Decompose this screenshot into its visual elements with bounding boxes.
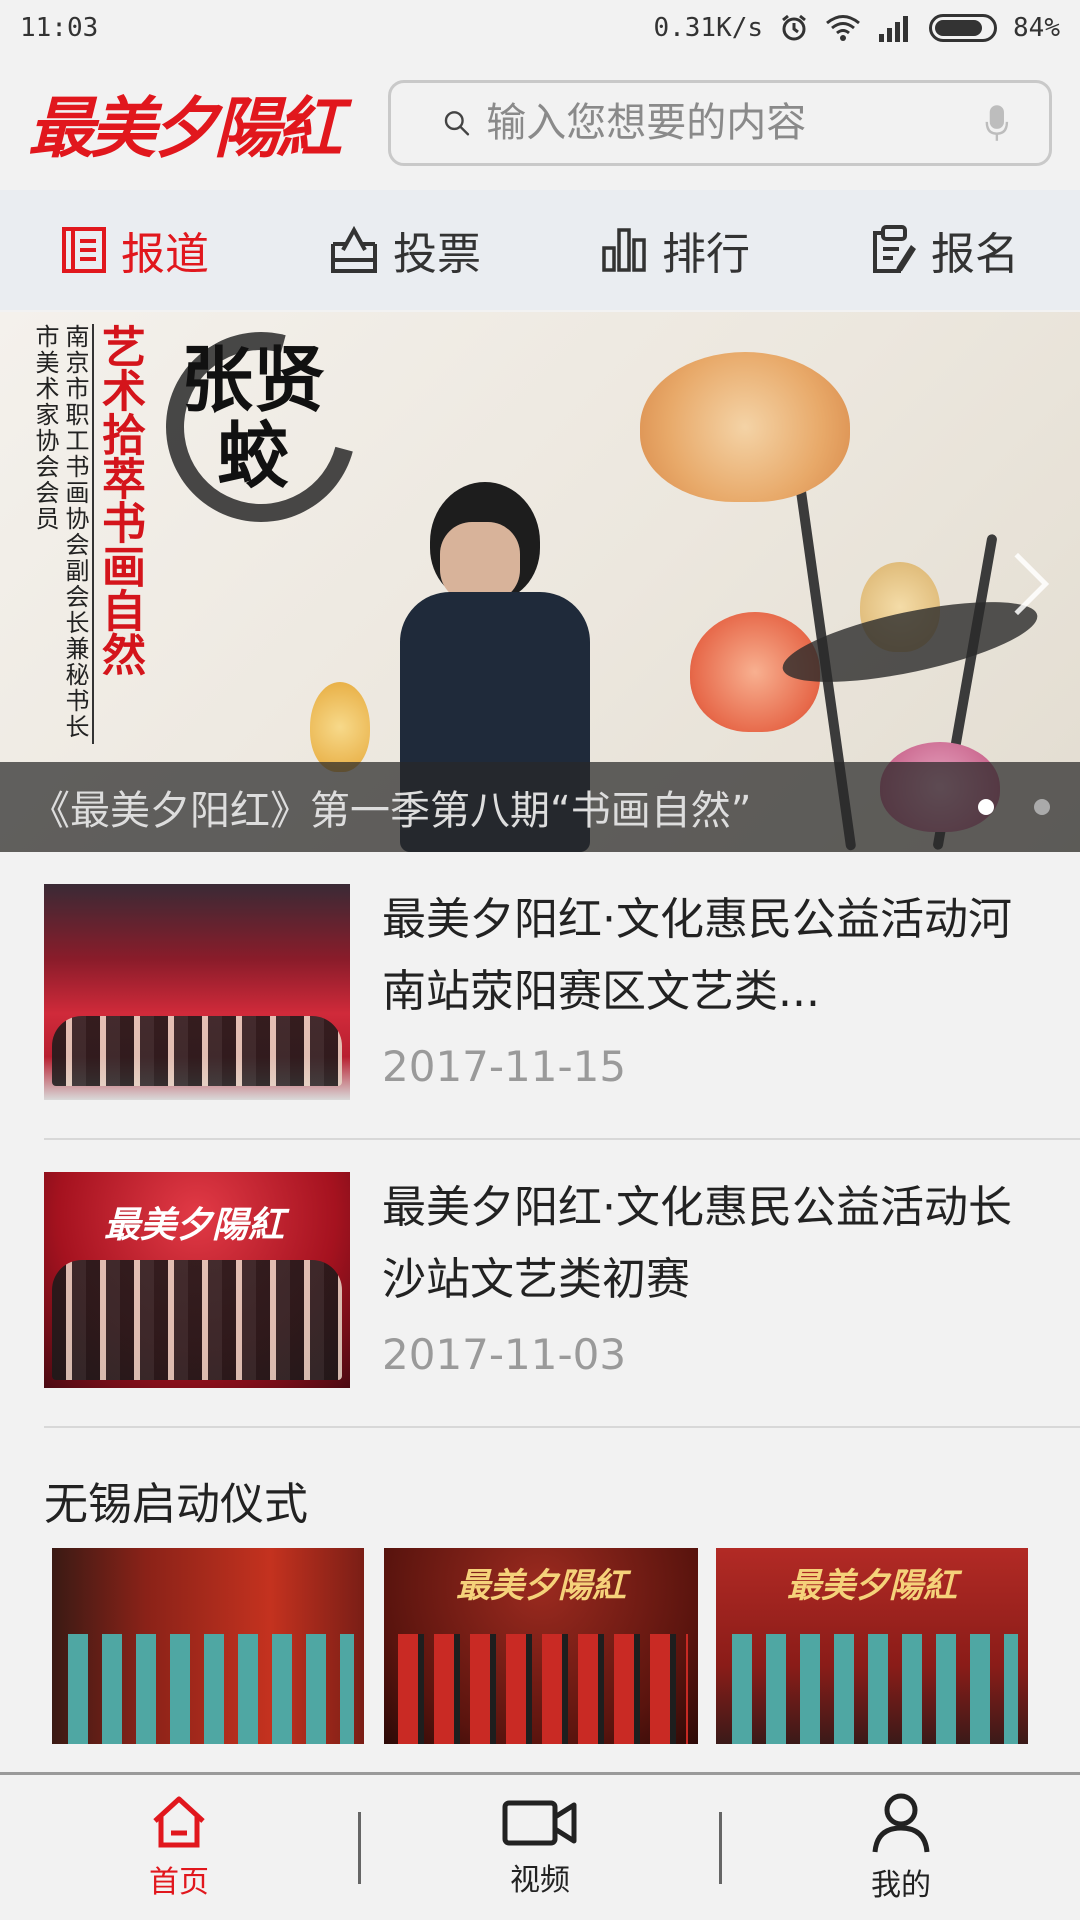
app-screen: 11:03 0.31K/s 84% 最美夕陽紅 输入您想要的内容 报道 投票 排… <box>0 0 1080 1920</box>
search-input[interactable] <box>486 100 986 146</box>
gallery-performers <box>394 1634 688 1744</box>
bottom-nav-profile-label: 我的 <box>871 1867 931 1903</box>
news-title: 最美夕阳红·文化惠民公益活动河南站荥阳赛区文艺类... <box>382 894 1012 1017</box>
bottom-nav-home-label: 首页 <box>149 1864 209 1900</box>
ballot-box-icon <box>331 226 377 273</box>
artist-face <box>440 522 520 602</box>
signal-icon <box>879 16 909 42</box>
banner-side-text-1: 南京市职工书画协会副会长兼秘书长 <box>61 324 89 740</box>
news-date: 2017-11-15 <box>382 1042 627 1091</box>
news-thumbnail <box>44 884 350 1100</box>
lotus-flower <box>640 352 850 502</box>
gallery-image-logo: 最美夕陽紅 <box>456 1566 626 1606</box>
gallery-image-logo: 最美夕陽紅 <box>787 1566 957 1606</box>
gallery-title: 无锡启动仪式 <box>44 1479 308 1530</box>
video-camera-icon <box>502 1800 577 1845</box>
gallery-performers <box>62 1634 354 1744</box>
banner-side-text-2: 市美术家协会会员 <box>31 324 59 532</box>
news-thumbnail: 最美夕陽紅 <box>44 1172 350 1388</box>
bottom-nav-profile[interactable]: 我的 <box>722 1775 1080 1920</box>
news-title: 最美夕阳红·文化惠民公益活动长沙站文艺类初赛 <box>382 1182 1012 1305</box>
banner-red-title: 艺术拾萃书画自然 <box>94 324 145 676</box>
news-date: 2017-11-03 <box>382 1330 627 1379</box>
tab-vote[interactable]: 投票 <box>270 218 540 282</box>
thumbnail-logo: 最美夕陽紅 <box>104 1204 285 1246</box>
bottom-nav-video-label: 视频 <box>510 1862 570 1898</box>
gallery-image[interactable]: 最美夕陽紅 <box>716 1548 1028 1744</box>
status-bar: 11:03 0.31K/s 84% <box>0 0 1080 56</box>
edit-form-icon <box>873 225 916 273</box>
bar-chart-icon <box>602 228 646 272</box>
microphone-icon[interactable] <box>985 91 1009 155</box>
gallery-section[interactable]: 无锡启动仪式 最美夕陽紅 最美夕陽紅 <box>0 1428 1080 1772</box>
battery-level <box>935 20 983 36</box>
bottom-nav-home[interactable]: 首页 <box>0 1775 358 1920</box>
calligraphy-name: 张贤蛟 <box>180 337 325 498</box>
gallery-performers <box>726 1634 1018 1744</box>
news-info: 最美夕阳红·文化惠民公益活动河南站荥阳赛区文艺类... 2017-11-15 <box>382 884 1036 1091</box>
bottom-nav: 首页 视频 我的 <box>0 1772 1080 1920</box>
battery-icon <box>929 14 998 42</box>
banner-caption-bar: 《最美夕阳红》第一季第八期“书画自然” <box>0 762 1080 852</box>
news-item[interactable]: 最美夕陽紅 最美夕阳红·文化惠民公益活动长沙站文艺类初赛 2017-11-03 <box>0 1140 1080 1428</box>
news-list: 最美夕阳红·文化惠民公益活动河南站荥阳赛区文艺类... 2017-11-15 最… <box>0 852 1080 1428</box>
tab-reports-label: 报道 <box>121 229 209 280</box>
status-indicators: 0.31K/s 84% <box>653 13 1060 43</box>
alarm-icon <box>782 14 806 41</box>
status-time: 11:03 <box>20 13 99 43</box>
news-info: 最美夕阳红·文化惠民公益活动长沙站文艺类初赛 2017-11-03 <box>382 1172 1036 1379</box>
carousel-dots <box>978 799 1050 815</box>
wifi-icon <box>826 15 860 41</box>
thumbnail-people <box>52 1260 342 1380</box>
tab-ranking[interactable]: 排行 <box>540 218 810 282</box>
thumbnail-people <box>52 1016 342 1086</box>
gallery-image[interactable]: 最美夕陽紅 <box>384 1548 698 1744</box>
category-tabs: 报道 投票 排行 报名 <box>0 190 1080 310</box>
search-bar[interactable] <box>388 80 1052 166</box>
carousel-dot[interactable] <box>978 799 994 815</box>
carousel-dot[interactable] <box>1034 799 1050 815</box>
home-icon <box>153 1796 205 1847</box>
search-icon <box>444 111 470 136</box>
news-item[interactable]: 最美夕阳红·文化惠民公益活动河南站荥阳赛区文艺类... 2017-11-15 <box>0 852 1080 1140</box>
featured-banner[interactable]: 市美术家协会会员 南京市职工书画协会副会长兼秘书长 艺术拾萃书画自然 张贤蛟 《… <box>0 312 1080 852</box>
lotus-bud <box>310 682 370 772</box>
tab-ranking-label: 排行 <box>662 229 750 280</box>
header: 最美夕陽紅 <box>0 56 1080 190</box>
network-speed: 0.31K/s <box>653 13 764 43</box>
tab-register-label: 报名 <box>931 229 1019 280</box>
battery-percent: 84% <box>1013 13 1060 43</box>
tab-register[interactable]: 报名 <box>810 218 1080 282</box>
app-logo[interactable]: 最美夕陽紅 <box>28 68 358 178</box>
gallery-image[interactable] <box>52 1548 364 1744</box>
bottom-nav-video[interactable]: 视频 <box>361 1775 719 1920</box>
document-icon <box>62 227 106 273</box>
tab-reports[interactable]: 报道 <box>0 218 270 282</box>
tab-vote-label: 投票 <box>393 229 481 280</box>
banner-caption: 《最美夕阳红》第一季第八期“书画自然” <box>30 788 752 834</box>
user-icon <box>872 1793 930 1852</box>
